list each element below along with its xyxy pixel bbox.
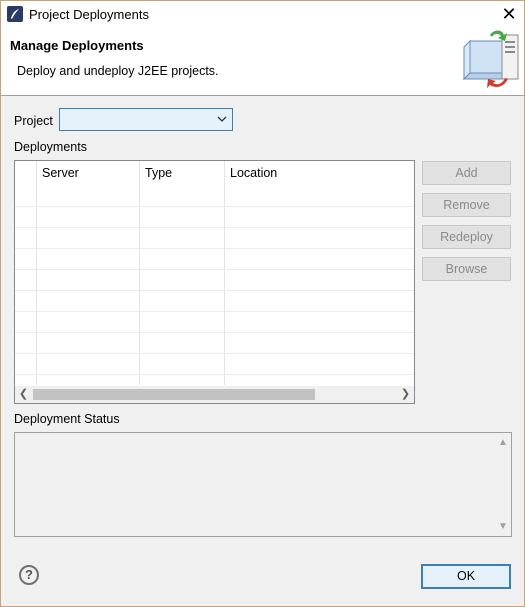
scroll-right-icon[interactable]: ❯: [397, 386, 414, 403]
project-label: Project: [14, 114, 53, 128]
row-divider: [15, 227, 414, 228]
browse-button[interactable]: Browse: [422, 257, 511, 281]
scroll-up-icon[interactable]: ▲: [497, 437, 509, 448]
table-header: Server Type Location: [15, 161, 414, 186]
row-divider: [15, 332, 414, 333]
eclipse-app-icon: [7, 6, 23, 22]
header-description: Deploy and undeploy J2EE projects.: [17, 64, 219, 78]
row-divider: [15, 374, 414, 375]
column-divider: [36, 161, 37, 385]
deploy-server-icon: [462, 30, 519, 88]
window-title: Project Deployments: [29, 7, 149, 22]
close-icon[interactable]: ✕: [494, 1, 524, 27]
row-divider: [15, 311, 414, 312]
ok-button[interactable]: OK: [421, 564, 511, 589]
chevron-down-icon: [217, 116, 227, 122]
redeploy-button[interactable]: Redeploy: [422, 225, 511, 249]
help-icon[interactable]: ?: [19, 565, 39, 585]
horizontal-scrollbar[interactable]: ❮ ❯: [15, 386, 414, 403]
deployment-status-area[interactable]: ▲ ▼: [14, 432, 512, 537]
add-button[interactable]: Add: [422, 161, 511, 185]
title-bar: Project Deployments ✕: [1, 1, 524, 27]
row-divider: [15, 290, 414, 291]
column-header-type[interactable]: Type: [139, 161, 224, 186]
scrollbar-thumb[interactable]: [33, 389, 315, 400]
column-header-location[interactable]: Location: [224, 161, 414, 186]
scroll-down-icon[interactable]: ▼: [497, 521, 509, 532]
column-divider: [139, 161, 140, 385]
remove-button[interactable]: Remove: [422, 193, 511, 217]
row-divider: [15, 353, 414, 354]
scroll-left-icon[interactable]: ❮: [15, 386, 32, 403]
header-title: Manage Deployments: [10, 38, 144, 53]
project-combo[interactable]: [59, 108, 233, 131]
row-divider: [15, 248, 414, 249]
dialog-header: Manage Deployments Deploy and undeploy J…: [1, 27, 524, 96]
column-divider: [224, 161, 225, 385]
row-divider: [15, 269, 414, 270]
column-header-server[interactable]: Server: [36, 161, 139, 186]
project-deployments-dialog: Project Deployments ✕ Manage Deployments…: [0, 0, 525, 607]
deployments-label: Deployments: [14, 140, 87, 154]
deployments-table[interactable]: Server Type Location ❮ ❯: [14, 160, 415, 404]
row-divider: [15, 206, 414, 207]
deployment-status-label: Deployment Status: [14, 412, 120, 426]
